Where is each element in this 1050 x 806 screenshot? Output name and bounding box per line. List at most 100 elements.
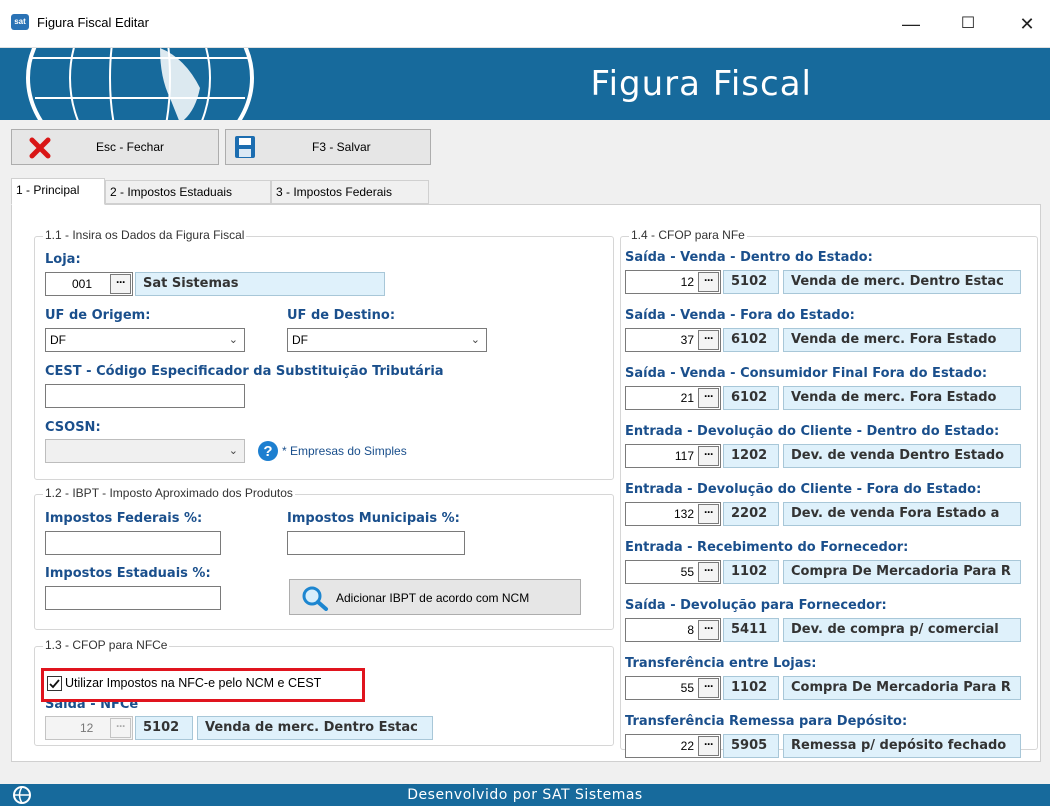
chevron-down-icon: ⌄ (228, 334, 238, 346)
nfe-row-label: Entrada - Devolução do Cliente - Fora do… (625, 482, 982, 497)
nfe-row-lookup-button[interactable]: ··· (698, 562, 719, 582)
close-button-label: Esc - Fechar (96, 140, 165, 154)
save-button[interactable]: F3 - Salvar (225, 129, 431, 165)
nfe-row-label: Entrada - Recebimento do Fornecedor: (625, 540, 909, 555)
nfe-row-code-value: 12 (680, 275, 694, 289)
nfce-desc-field: Venda de merc. Dentro Estac (197, 716, 433, 740)
nfe-row-code-field[interactable]: 21 ··· (625, 386, 721, 410)
cest-label: CEST - Código Especificador da Substitui… (45, 364, 444, 379)
app-icon: sat (11, 14, 29, 30)
maximize-button[interactable]: ☐ (945, 0, 991, 48)
nfe-row-cfop-field: 2202 (723, 502, 779, 526)
globe-icon (26, 48, 254, 120)
nfe-row-code-value: 55 (680, 565, 694, 579)
save-disk-icon (235, 136, 255, 158)
loja-label: Loja: (45, 252, 81, 267)
group-cfop-nfce: 1.3 - CFOP para NFCe Saída - NFCe Utiliz… (34, 638, 614, 746)
impostos-estaduais-input[interactable] (45, 586, 221, 610)
toolbar: Esc - Fechar F3 - Salvar (0, 120, 1050, 176)
close-window-button[interactable]: ✕ (1004, 0, 1050, 48)
nfe-row-code-value: 117 (674, 449, 694, 463)
nfe-row-desc-field: Venda de merc. Fora Estado (783, 328, 1021, 352)
loja-code-value: 001 (72, 277, 93, 291)
footer: Desenvolvido por SAT Sistemas (0, 784, 1050, 806)
nfe-row-code-value: 37 (680, 333, 694, 347)
nfe-row-label: Saída - Venda - Dentro do Estado: (625, 250, 873, 265)
nfe-row-cfop-field: 1202 (723, 444, 779, 468)
loja-code-field[interactable]: 001 ··· (45, 272, 133, 296)
title-bar: sat Figura Fiscal Editar — ☐ ✕ (0, 0, 1050, 48)
impostos-federais-label: Impostos Federais %: (45, 511, 203, 526)
utilizar-impostos-label[interactable]: Utilizar Impostos na NFC-e pelo NCM e CE… (65, 676, 321, 690)
nfe-row-code-field[interactable]: 37 ··· (625, 328, 721, 352)
save-button-label: F3 - Salvar (312, 140, 371, 154)
utilizar-impostos-checkbox[interactable] (47, 676, 62, 691)
nfe-row-code-field[interactable]: 22 ··· (625, 734, 721, 758)
nfe-row-lookup-button[interactable]: ··· (698, 388, 719, 408)
page-title: Figura Fiscal (590, 64, 812, 104)
csosn-select[interactable]: ⌄ (45, 439, 245, 463)
nfce-cfop-field: 5102 (135, 716, 193, 740)
nfe-row-code-value: 8 (687, 623, 694, 637)
csosn-label: CSOSN: (45, 420, 101, 435)
impostos-municipais-label: Impostos Municipais %: (287, 511, 460, 526)
loja-lookup-button[interactable]: ··· (110, 274, 131, 294)
close-button[interactable]: Esc - Fechar (11, 129, 219, 165)
nfe-row-code-value: 21 (680, 391, 694, 405)
highlight-box: Utilizar Impostos na NFC-e pelo NCM e CE… (41, 668, 365, 702)
tab-principal[interactable]: 1 - Principal (11, 178, 105, 205)
tab-impostos-estaduais[interactable]: 2 - Impostos Estaduais (105, 180, 271, 204)
cest-input[interactable] (45, 384, 245, 408)
impostos-municipais-input[interactable] (287, 531, 465, 555)
nfe-row-code-value: 132 (673, 507, 694, 521)
nfe-row-code-field[interactable]: 12 ··· (625, 270, 721, 294)
tab-impostos-federais[interactable]: 3 - Impostos Federais (271, 180, 429, 204)
help-icon[interactable]: ? (257, 440, 279, 462)
uf-origem-value: DF (50, 333, 66, 347)
nfe-row-cfop-field: 1102 (723, 560, 779, 584)
nfe-row-lookup-button[interactable]: ··· (698, 272, 719, 292)
group-legend: 1.2 - IBPT - Imposto Aproximado dos Prod… (43, 486, 295, 500)
nfe-row-label: Entrada - Devolução do Cliente - Dentro … (625, 424, 1000, 439)
minimize-button[interactable]: — (888, 0, 934, 48)
loja-name-field: Sat Sistemas (135, 272, 385, 296)
csosn-hint: * Empresas do Simples (282, 444, 407, 458)
uf-destino-select[interactable]: DF ⌄ (287, 328, 487, 352)
uf-destino-label: UF de Destino: (287, 308, 396, 323)
nfe-row-desc-field: Dev. de venda Fora Estado a (783, 502, 1021, 526)
nfe-row-code-field[interactable]: 132 ··· (625, 502, 721, 526)
search-icon (302, 586, 328, 611)
adicionar-ibpt-label: Adicionar IBPT de acordo com NCM (336, 591, 530, 605)
nfe-row-lookup-button[interactable]: ··· (698, 504, 719, 524)
window-title: Figura Fiscal Editar (37, 15, 149, 30)
nfe-row-code-value: 55 (680, 681, 694, 695)
uf-origem-label: UF de Origem: (45, 308, 151, 323)
group-legend: 1.1 - Insira os Dados da Figura Fiscal (43, 228, 247, 242)
nfce-code-field[interactable]: 12 ··· (45, 716, 133, 740)
nfe-row-desc-field: Remessa p/ depósito fechado (783, 734, 1021, 758)
header-banner: Figura Fiscal (0, 48, 1050, 120)
nfe-row-lookup-button[interactable]: ··· (698, 330, 719, 350)
nfce-lookup-button[interactable]: ··· (110, 718, 131, 738)
nfe-row-code-field[interactable]: 55 ··· (625, 676, 721, 700)
impostos-federais-input[interactable] (45, 531, 221, 555)
nfe-row-lookup-button[interactable]: ··· (698, 620, 719, 640)
nfe-row-code-field[interactable]: 8 ··· (625, 618, 721, 642)
nfe-row-label: Saída - Venda - Consumidor Final Fora do… (625, 366, 988, 381)
adicionar-ibpt-button[interactable]: Adicionar IBPT de acordo com NCM (289, 579, 581, 615)
nfe-row-code-value: 22 (680, 739, 694, 753)
nfe-row-lookup-button[interactable]: ··· (698, 678, 719, 698)
tab-panel: 1.1 - Insira os Dados da Figura Fiscal L… (11, 204, 1041, 762)
nfe-row-lookup-button[interactable]: ··· (698, 446, 719, 466)
nfe-row-code-field[interactable]: 117 ··· (625, 444, 721, 468)
nfe-row-cfop-field: 5411 (723, 618, 779, 642)
nfe-row-code-field[interactable]: 55 ··· (625, 560, 721, 584)
svg-text:?: ? (263, 443, 272, 460)
nfe-row-label: Saída - Venda - Fora do Estado: (625, 308, 855, 323)
uf-destino-value: DF (292, 333, 308, 347)
nfe-row-desc-field: Dev. de venda Dentro Estado (783, 444, 1021, 468)
close-x-icon (29, 137, 51, 159)
nfe-row-lookup-button[interactable]: ··· (698, 736, 719, 756)
uf-origem-select[interactable]: DF ⌄ (45, 328, 245, 352)
nfce-code-value: 12 (80, 721, 94, 735)
